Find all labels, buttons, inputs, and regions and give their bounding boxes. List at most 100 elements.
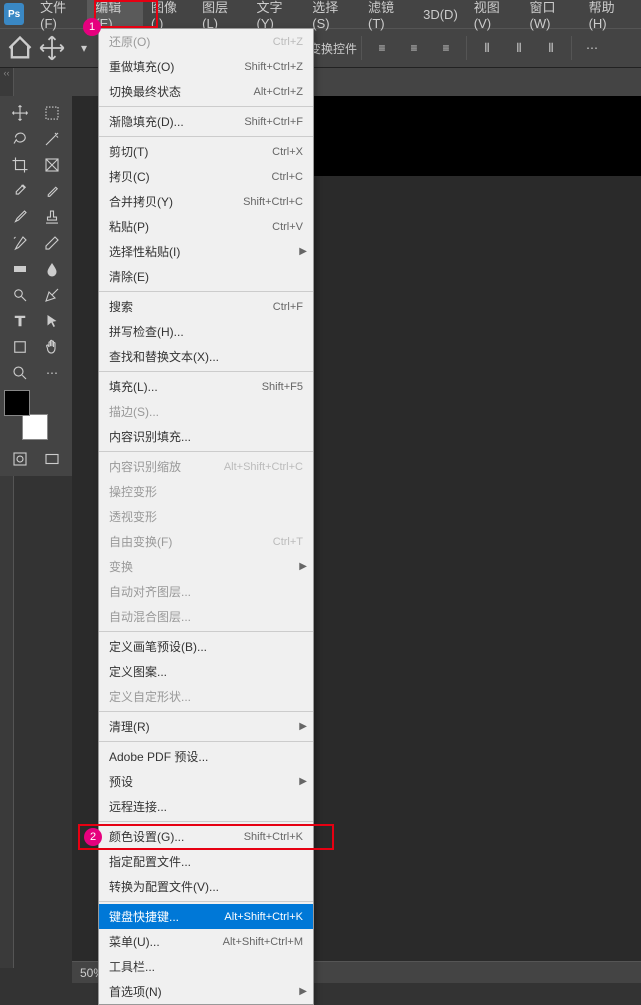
menu-item[interactable]: 渐隐填充(D)...Shift+Ctrl+F <box>99 109 313 134</box>
menu-item[interactable]: 搜索Ctrl+F <box>99 294 313 319</box>
menu-item[interactable]: Adobe PDF 预设... <box>99 744 313 769</box>
menu-item-label: 还原(O) <box>109 33 150 50</box>
menu-item[interactable]: 切换最终状态Alt+Ctrl+Z <box>99 79 313 104</box>
menu-item[interactable]: 查找和替换文本(X)... <box>99 344 313 369</box>
gradient-tool[interactable] <box>5 257 35 281</box>
menu-item-label: 定义画笔预设(B)... <box>109 638 207 655</box>
menu-item[interactable]: 远程连接... <box>99 794 313 819</box>
menu-item[interactable]: 合并拷贝(Y)Shift+Ctrl+C <box>99 189 313 214</box>
home-icon[interactable] <box>6 34 34 62</box>
menu-item-shortcut: Ctrl+Z <box>273 36 303 48</box>
menu-item[interactable]: 定义画笔预设(B)... <box>99 634 313 659</box>
zoom-tool[interactable] <box>5 361 35 385</box>
menu-separator <box>99 901 313 902</box>
menu-separator <box>99 106 313 107</box>
menu-filter[interactable]: 滤镜(T) <box>360 0 415 35</box>
menu-item-label: 指定配置文件... <box>109 853 191 870</box>
menu-item[interactable]: 定义图案... <box>99 659 313 684</box>
dropdown-icon[interactable]: ▾ <box>70 34 98 62</box>
wand-tool[interactable] <box>37 127 67 151</box>
quickmask-tool[interactable] <box>5 447 35 471</box>
menu-item[interactable]: 重做填充(O) Shift+Ctrl+Z <box>99 54 313 79</box>
menu-item[interactable]: 清除(E) <box>99 264 313 289</box>
foreground-color-swatch[interactable] <box>4 390 30 416</box>
menu-item[interactable]: 清理(R)▶ <box>99 714 313 739</box>
ellipsis-tool[interactable]: ⋯ <box>37 361 67 385</box>
menu-item: 内容识别缩放Alt+Shift+Ctrl+C <box>99 454 313 479</box>
align-center-icon[interactable]: ≡ <box>400 34 428 62</box>
menu-item-label: 重做填充(O) <box>109 58 174 75</box>
menu-item[interactable]: 填充(L)...Shift+F5 <box>99 374 313 399</box>
path-select-tool[interactable] <box>37 309 67 333</box>
marquee-tool[interactable] <box>37 101 67 125</box>
menu-item[interactable]: 转换为配置文件(V)... <box>99 874 313 899</box>
align-right-icon[interactable]: ≡ <box>432 34 460 62</box>
brush-tool[interactable] <box>5 205 35 229</box>
menu-help[interactable]: 帮助(H) <box>581 0 637 35</box>
crop-tool[interactable] <box>5 153 35 177</box>
menu-item-label: 选择性粘贴(I) <box>109 243 180 260</box>
menu-item-label: 首选项(N) <box>109 983 162 1000</box>
menu-file[interactable]: 文件(F) <box>32 0 87 35</box>
menu-item: 变换▶ <box>99 554 313 579</box>
move-tool-icon[interactable] <box>38 34 66 62</box>
menu-item-shortcut: Ctrl+X <box>272 146 303 158</box>
menu-item[interactable]: 拷贝(C)Ctrl+C <box>99 164 313 189</box>
distribute-3-icon[interactable]: ⫴ <box>537 34 565 62</box>
background-color-swatch[interactable] <box>22 414 48 440</box>
menu-separator <box>99 741 313 742</box>
distribute-1-icon[interactable]: ⫴ <box>473 34 501 62</box>
menu-item-label: 内容识别缩放 <box>109 458 181 475</box>
align-left-icon[interactable]: ≡ <box>368 34 396 62</box>
more-icon[interactable]: ⋯ <box>578 34 606 62</box>
frame-tool[interactable] <box>37 153 67 177</box>
menu-item[interactable]: 菜单(U)...Alt+Shift+Ctrl+M <box>99 929 313 954</box>
color-swatches[interactable] <box>4 390 54 440</box>
menu-item-shortcut: Ctrl+C <box>272 171 303 183</box>
dodge-tool[interactable] <box>5 283 35 307</box>
menu-item-label: 工具栏... <box>109 958 155 975</box>
menu-item-shortcut: Shift+Ctrl+Z <box>244 61 303 73</box>
menu-item[interactable]: 指定配置文件... <box>99 849 313 874</box>
menu-item-label: 键盘快捷键... <box>109 908 179 925</box>
menu-item[interactable]: 粘贴(P)Ctrl+V <box>99 214 313 239</box>
menu-item-shortcut: Alt+Shift+Ctrl+M <box>223 936 303 948</box>
menu-view[interactable]: 视图(V) <box>466 0 522 35</box>
menu-item-label: 渐隐填充(D)... <box>109 113 184 130</box>
menu-item[interactable]: 剪切(T)Ctrl+X <box>99 139 313 164</box>
menu-item-label: Adobe PDF 预设... <box>109 748 208 765</box>
document-canvas[interactable] <box>312 96 641 176</box>
heal-tool[interactable] <box>37 179 67 203</box>
eyedropper-tool[interactable] <box>5 179 35 203</box>
stamp-tool[interactable] <box>37 205 67 229</box>
menu-item[interactable]: 预设▶ <box>99 769 313 794</box>
menu-item[interactable]: 键盘快捷键... Alt+Shift+Ctrl+K <box>99 904 313 929</box>
menu-item-shortcut: Alt+Shift+Ctrl+K <box>224 911 303 923</box>
menu-item-label: 透视变形 <box>109 508 157 525</box>
menu-window[interactable]: 窗口(W) <box>522 0 581 35</box>
text-tool[interactable] <box>5 309 35 333</box>
blur-tool[interactable] <box>37 257 67 281</box>
menu-3d[interactable]: 3D(D) <box>415 3 466 26</box>
eraser-tool[interactable] <box>37 231 67 255</box>
distribute-2-icon[interactable]: ⫴ <box>505 34 533 62</box>
menu-item-label: 定义图案... <box>109 663 167 680</box>
menu-item[interactable]: 内容识别填充... <box>99 424 313 449</box>
shape-tool[interactable] <box>5 335 35 359</box>
menu-item-label: 自动对齐图层... <box>109 583 191 600</box>
menu-item-label: 清除(E) <box>109 268 149 285</box>
move-tool[interactable] <box>5 101 35 125</box>
history-brush-tool[interactable] <box>5 231 35 255</box>
menu-separator <box>99 631 313 632</box>
menu-item-label: 粘贴(P) <box>109 218 149 235</box>
lasso-tool[interactable] <box>5 127 35 151</box>
pen-tool[interactable] <box>37 283 67 307</box>
menu-item[interactable]: 工具栏... <box>99 954 313 979</box>
menu-item[interactable]: 拼写检查(H)... <box>99 319 313 344</box>
menu-item-label: 搜索 <box>109 298 133 315</box>
screenmode-tool[interactable] <box>37 447 67 471</box>
menu-item[interactable]: 选择性粘贴(I)▶ <box>99 239 313 264</box>
chevron-right-icon: ▶ <box>299 721 307 732</box>
hand-tool[interactable] <box>37 335 67 359</box>
menu-item[interactable]: 颜色设置(G)...Shift+Ctrl+K <box>99 824 313 849</box>
